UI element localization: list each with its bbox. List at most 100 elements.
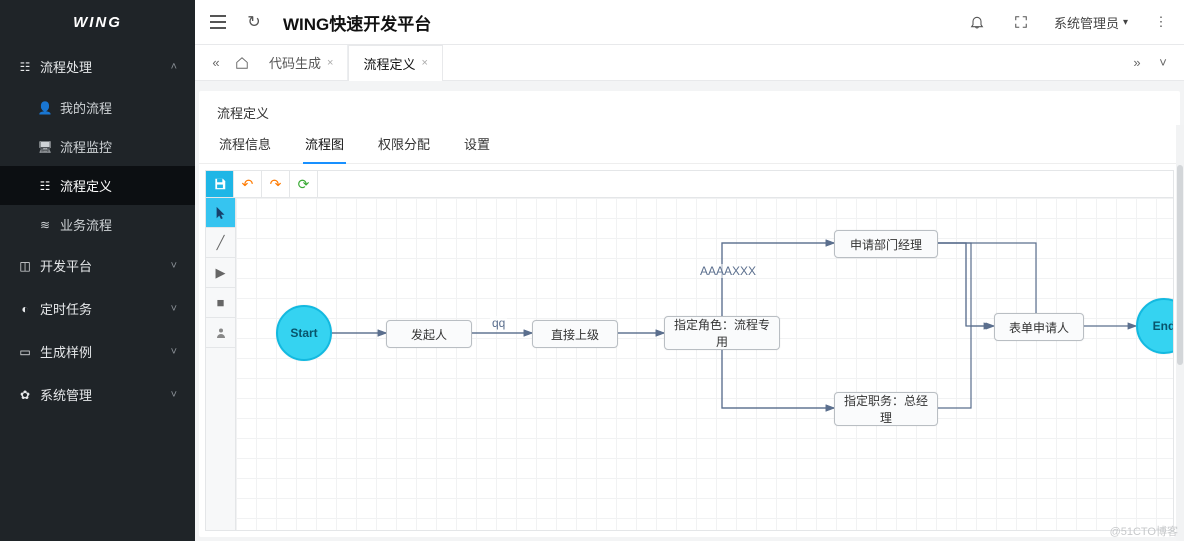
sidebar: WING ☷ 流程处理 ˄ 👤 我的流程 🖥 流程监控 ☷ 流程定义 [0, 0, 195, 541]
close-icon[interactable]: × [421, 57, 427, 69]
sidebar-group-system[interactable]: ✿ 系统管理 ˅ [0, 373, 195, 416]
sidebar-item-definition[interactable]: ☷ 流程定义 [0, 166, 195, 205]
edges-layer [236, 198, 1173, 530]
sidebar-group-scheduler[interactable]: ◐ 定时任务 ˅ [0, 287, 195, 330]
sidebar-item-label: 业务流程 [60, 215, 112, 234]
undo-button[interactable]: ↶ [234, 171, 262, 197]
user-name: 系统管理员 [1054, 13, 1119, 32]
palette-play-tool[interactable]: ▶ [206, 258, 235, 288]
sidebar-item-business[interactable]: ≋ 业务流程 [0, 205, 195, 244]
home-tab[interactable] [229, 45, 255, 80]
fullscreen-icon[interactable] [1010, 11, 1032, 33]
sidebar-item-label: 流程监控 [60, 137, 112, 156]
save-button[interactable] [206, 171, 234, 197]
clock-icon: ◐ [18, 302, 32, 316]
sidebar-group-label: 开发平台 [40, 256, 92, 275]
sidebar-group-workflow[interactable]: ☷ 流程处理 ˄ [0, 45, 195, 88]
close-icon[interactable]: × [327, 57, 333, 69]
gear-icon: ✿ [18, 388, 32, 402]
panel-tab-info[interactable]: 流程信息 [217, 134, 273, 163]
chevron-down-icon: ˅ [171, 389, 177, 401]
content-area: 流程定义 流程信息 流程图 权限分配 设置 ↶ ↷ ⟳ [195, 81, 1184, 541]
tab-label: 代码生成 [269, 53, 321, 72]
tab-flow-definition[interactable]: 流程定义 × [348, 45, 442, 80]
flow-node-supervisor[interactable]: 直接上级 [532, 320, 618, 348]
tab-codegen[interactable]: 代码生成 × [255, 45, 348, 80]
node-label: 指定职务：总经理 [841, 392, 931, 426]
cube-icon: ◫ [18, 259, 32, 273]
sidebar-item-label: 流程定义 [60, 176, 112, 195]
watermark: @51CTO博客 [1110, 523, 1178, 539]
designer-toolbar: ↶ ↷ ⟳ [205, 170, 1174, 198]
chevron-down-icon: ˅ [171, 346, 177, 358]
node-label: 申请部门经理 [850, 236, 922, 253]
tabs-dropdown-button[interactable]: ˅ [1150, 45, 1176, 80]
edge-label-aaa: AAAAXXX [698, 264, 758, 278]
sidebar-group-label: 生成样例 [40, 342, 92, 361]
user-menu[interactable]: 系统管理员 ▾ [1054, 13, 1128, 32]
template-icon: ▭ [18, 345, 32, 359]
panel: 流程定义 流程信息 流程图 权限分配 设置 ↶ ↷ ⟳ [199, 91, 1180, 537]
sidebar-group-dev[interactable]: ◫ 开发平台 ˅ [0, 244, 195, 287]
sitemap-icon: ☷ [18, 60, 32, 74]
node-label: 表单申请人 [1009, 319, 1069, 336]
sidebar-menu: ☷ 流程处理 ˄ 👤 我的流程 🖥 流程监控 ☷ 流程定义 ≋ [0, 45, 195, 541]
chevron-down-icon: ▾ [1123, 17, 1128, 28]
shape-palette: ╱ ▶ ■ [206, 198, 236, 530]
brand-logo: WING [0, 0, 195, 45]
sidebar-group-label: 流程处理 [40, 57, 92, 76]
flow-canvas[interactable]: Start 发起人 直接上级 指定角色：流程专用 申请部门经理 指定职务：总经理… [236, 198, 1173, 530]
sidebar-item-monitor[interactable]: 🖥 流程监控 [0, 127, 195, 166]
tabs-next-button[interactable]: » [1124, 45, 1150, 80]
sidebar-group-label: 定时任务 [40, 299, 92, 318]
palette-line-tool[interactable]: ╱ [206, 228, 235, 258]
sitemap-icon: ☷ [38, 179, 52, 193]
node-label: 指定角色：流程专用 [671, 316, 773, 350]
panel-tabs: 流程信息 流程图 权限分配 设置 [199, 124, 1180, 164]
panel-tab-diagram[interactable]: 流程图 [303, 134, 346, 163]
sidebar-group-samples[interactable]: ▭ 生成样例 ˅ [0, 330, 195, 373]
flow-node-start[interactable]: Start [276, 305, 332, 361]
chevron-down-icon: ˅ [171, 260, 177, 272]
reload-button[interactable]: ↻ [243, 11, 265, 33]
tabs-prev-button[interactable]: « [203, 45, 229, 80]
palette-rect-tool[interactable]: ■ [206, 288, 235, 318]
layers-icon: ≋ [38, 218, 52, 232]
edge-label-qq: qq [490, 316, 507, 330]
more-icon[interactable]: ⋮ [1150, 11, 1172, 33]
flow-node-role[interactable]: 指定角色：流程专用 [664, 316, 780, 350]
chevron-down-icon: ˅ [171, 303, 177, 315]
flow-node-end[interactable]: End [1136, 298, 1173, 354]
window-tabs: « 代码生成 × 流程定义 × » ˅ [195, 45, 1184, 81]
menu-toggle-button[interactable] [207, 11, 229, 33]
flow-node-dept-manager[interactable]: 申请部门经理 [834, 230, 938, 258]
flow-node-form-applicant[interactable]: 表单申请人 [994, 313, 1084, 341]
monitor-icon: 🖥 [38, 140, 52, 154]
page-title: WING快速开发平台 [283, 10, 431, 35]
tab-label: 流程定义 [363, 54, 415, 73]
sidebar-item-my-workflow[interactable]: 👤 我的流程 [0, 88, 195, 127]
vertical-scrollbar[interactable] [1176, 125, 1184, 541]
node-label: End [1153, 319, 1173, 333]
edges-layer-2 [236, 198, 1173, 530]
node-label: 直接上级 [551, 326, 599, 343]
palette-user-tool[interactable] [206, 318, 235, 348]
panel-tab-settings[interactable]: 设置 [462, 134, 492, 163]
palette-select-tool[interactable] [206, 198, 235, 228]
sidebar-item-label: 我的流程 [60, 98, 112, 117]
flow-node-initiator[interactable]: 发起人 [386, 320, 472, 348]
scrollbar-thumb[interactable] [1177, 165, 1183, 365]
panel-tab-permissions[interactable]: 权限分配 [376, 134, 432, 163]
main: ↻ WING快速开发平台 系统管理员 ▾ ⋮ « [195, 0, 1184, 541]
flow-node-position[interactable]: 指定职务：总经理 [834, 392, 938, 426]
user-icon: 👤 [38, 101, 52, 115]
topbar: ↻ WING快速开发平台 系统管理员 ▾ ⋮ [195, 0, 1184, 45]
redo-button[interactable]: ↷ [262, 171, 290, 197]
bell-icon[interactable] [966, 11, 988, 33]
node-label: Start [290, 326, 317, 340]
refresh-button[interactable]: ⟳ [290, 171, 318, 197]
node-label: 发起人 [411, 326, 447, 343]
sidebar-group-label: 系统管理 [40, 385, 92, 404]
designer-canvas-wrap: ╱ ▶ ■ [205, 198, 1174, 531]
chevron-up-icon: ˄ [171, 61, 177, 73]
